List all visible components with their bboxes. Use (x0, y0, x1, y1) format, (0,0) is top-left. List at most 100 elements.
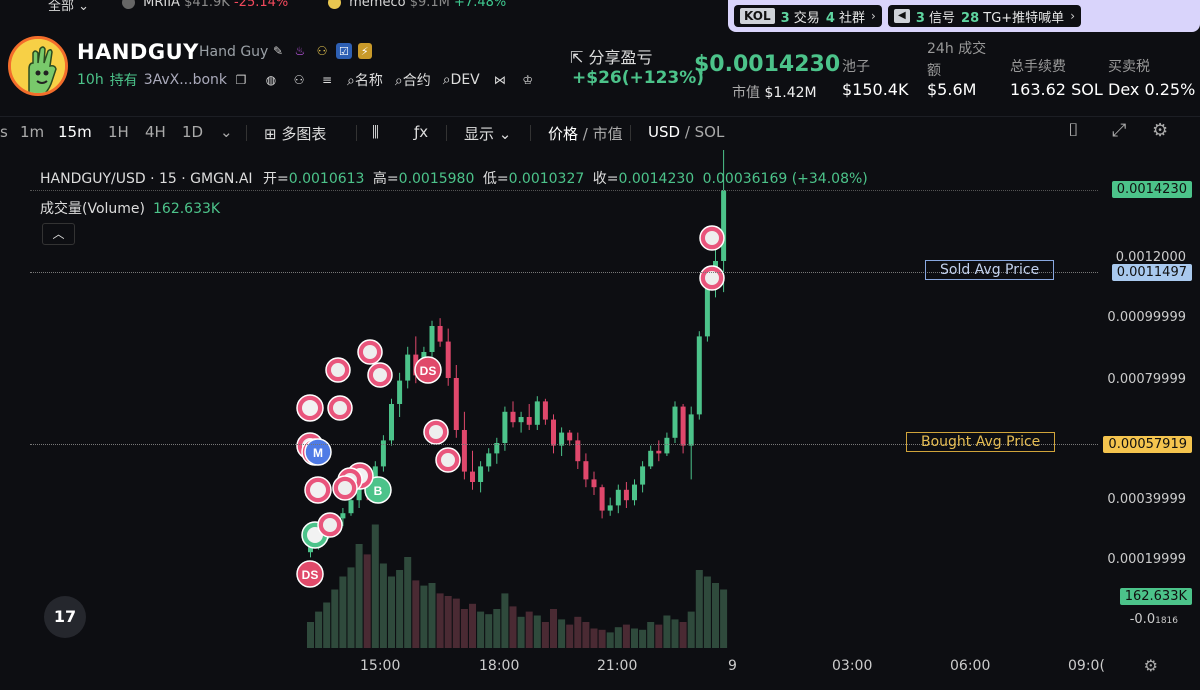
volume-bar (720, 589, 728, 648)
volume-label: 成交量(Volume) (40, 201, 145, 217)
stat-value-pool: $150.4K (842, 80, 909, 99)
volume-bar (582, 622, 590, 648)
axis-settings-icon[interactable]: ⚙ (1144, 656, 1158, 675)
stat-value-tax: Dex 0.25% (1108, 80, 1196, 99)
token-avatar[interactable] (8, 36, 68, 96)
volume-bar (663, 615, 671, 648)
price-mcap-toggle[interactable]: 价格 / 市值 (548, 123, 623, 144)
interval-s[interactable]: s (0, 123, 8, 141)
hold-label: 持有 (109, 73, 138, 89)
candle-body (607, 505, 613, 511)
community-icon[interactable]: ⚇ (291, 72, 307, 88)
globe-icon[interactable]: ◍ (263, 72, 279, 88)
candle-body (429, 325, 435, 352)
copy-icon[interactable]: ❐ (233, 72, 249, 88)
candle-body (721, 190, 727, 261)
token-header: HANDGUY Hand Guy ✎ ♨ ⚇ ☑ ⚡ 10h 持有 3AvX..… (0, 32, 1200, 104)
ticker-item-mriia[interactable]: MRIIA $41.9K -25.14% (122, 0, 288, 10)
search-contract-label: 合约 (402, 73, 431, 89)
token-address[interactable]: 3AvX...bonk (144, 72, 227, 88)
token-icon (122, 0, 135, 9)
interval-dropdown-chevron-icon[interactable]: ⌄ (220, 123, 233, 141)
volume-bar (323, 602, 331, 648)
volume-bar (558, 619, 566, 648)
settings-icon[interactable]: ⚙ (1152, 120, 1168, 141)
volume-bar (363, 554, 371, 648)
indicators-icon[interactable]: ƒx (414, 123, 428, 141)
volume-bar (339, 576, 347, 648)
volume-value: 162.633K (153, 201, 221, 217)
search-icon: ⌕ (394, 73, 403, 89)
volume-bar (307, 622, 314, 648)
change-value: 0.00036169 (+34.08%) (702, 171, 868, 187)
fullscreen-icon[interactable]: ⤢ (1112, 120, 1126, 141)
y-tick-negative-main: -0.0 (1129, 612, 1156, 627)
low-value: 0.0010327 (508, 171, 585, 187)
candle-type-icon[interactable]: ⫼ (372, 123, 379, 141)
ticker-symbol: memeco (349, 0, 406, 10)
lines-icon[interactable]: ≡ (319, 72, 335, 88)
volume-bar (541, 622, 549, 648)
candle-body (583, 461, 589, 480)
sold-avg-label: Sold Avg Price (925, 260, 1055, 280)
trade-marker-face (705, 271, 719, 285)
display-dropdown[interactable]: 显示 ⌄ (464, 123, 511, 144)
volume-bar (477, 611, 485, 648)
interval-1h[interactable]: 1H (108, 123, 129, 141)
mcap-value: $1.42M (764, 85, 817, 101)
multi-chart-button[interactable]: ⊞ 多图表 (264, 123, 326, 144)
market-cap: 市值 $1.42M (732, 82, 817, 102)
volume-bar (590, 628, 598, 648)
share-pnl-button[interactable]: ⇱ 分享盈亏 (570, 44, 653, 68)
interval-1d[interactable]: 1D (182, 123, 203, 141)
price-chart[interactable]: M DS DS B HANDGUY/USD · 15 · GMGN.AI 开=0.00… (0, 150, 1200, 690)
trade-marker-face (363, 345, 377, 359)
lightning-icon: ⚡ (357, 43, 372, 59)
candle-body (615, 489, 621, 506)
ticker-item-memeco[interactable]: memeco $9.1M +7.48% (328, 0, 506, 10)
currency-toggle[interactable]: USD / SOL (648, 123, 724, 141)
share-icon[interactable]: ⋈ (492, 72, 508, 88)
mcap-label: 市值 (732, 85, 760, 101)
candle-body (348, 500, 354, 514)
camera-icon[interactable]: ⌷ (1068, 120, 1079, 141)
crown-icon[interactable]: ♔ (520, 72, 536, 88)
trade-marker-face (441, 453, 455, 467)
interval-4h[interactable]: 4H (145, 123, 166, 141)
high-value: 0.0015980 (398, 171, 475, 187)
volume-bar (452, 598, 460, 648)
token-meta-row: 10h 持有 3AvX...bonk ❐ ◍ ⚇ ≡ ⌕名称 ⌕合约 ⌕DEV … (77, 70, 536, 90)
legend-collapse-button[interactable]: ︿ (42, 223, 75, 245)
interval-1m[interactable]: 1m (20, 123, 44, 141)
close-value: 0.0014230 (618, 171, 695, 187)
search-dev-link[interactable]: ⌕DEV (443, 72, 480, 88)
candle-body (664, 437, 670, 454)
candle-body (648, 450, 654, 467)
check-badge-icon: ☑ (336, 43, 352, 59)
multi-chart-label: 多图表 (281, 125, 327, 143)
volume-bar (533, 615, 541, 648)
kol-trades-label: 交易 (793, 10, 820, 26)
volume-bar (712, 583, 719, 648)
high-label: 高= (372, 171, 399, 187)
edit-icon[interactable]: ✎ (270, 43, 286, 59)
search-contract-link[interactable]: ⌕合约 (395, 70, 431, 90)
candle-body (518, 416, 524, 423)
candle-body (672, 406, 678, 438)
volume-bar (647, 622, 655, 648)
search-name-link[interactable]: ⌕名称 (347, 70, 383, 90)
kol-summary-button[interactable]: KOL 3 交易 4 社群 › (734, 5, 882, 27)
stat-label-volume: 24h 成交额 (927, 41, 987, 79)
candle-body (534, 401, 540, 425)
tradingview-logo[interactable]: 17 (44, 596, 86, 638)
filter-dropdown[interactable]: 全部 ⌄ (48, 0, 89, 14)
candle-body (445, 341, 451, 378)
candle-body (486, 453, 492, 467)
interval-15m[interactable]: 15m (58, 123, 92, 141)
volume-bar (379, 563, 387, 648)
signal-summary-button[interactable]: ◀ 3 信号 28 TG+推特喊单 › (887, 5, 1081, 27)
y-tick: 0.00099999 (1107, 310, 1186, 325)
token-full-name: Hand Guy (199, 44, 269, 60)
trade-marker-face (338, 481, 352, 495)
chevron-right-icon: › (1070, 9, 1075, 23)
